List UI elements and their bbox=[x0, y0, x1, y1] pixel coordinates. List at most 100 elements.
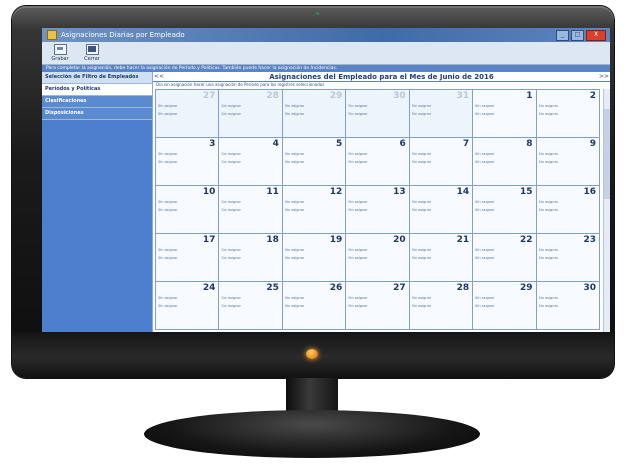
calendar-day-cell[interactable]: 13 Sin asignar Sin asignar bbox=[346, 186, 410, 234]
day-assignment-text: Sin asignar bbox=[284, 304, 305, 308]
calendar-day-cell[interactable]: 28 Sin asignar Sin asignar bbox=[409, 282, 474, 330]
day-number: 28 bbox=[456, 283, 470, 293]
sidebar-item-periods-policies[interactable]: Períodos y Políticas bbox=[42, 84, 152, 96]
day-number: 5 bbox=[336, 139, 343, 149]
calendar-day-cell[interactable]: 3 Sin asignar Sin asignar bbox=[156, 138, 220, 186]
calendar-day-cell[interactable]: 20 Sin asignar Sin asignar bbox=[346, 234, 410, 282]
scrollbar-thumb[interactable] bbox=[604, 109, 610, 199]
day-number: 26 bbox=[329, 283, 343, 293]
calendar-day-cell[interactable]: 14 Sin asignar Sin asignar bbox=[409, 186, 474, 234]
day-number: 25 bbox=[266, 283, 279, 293]
calendar-day-cell[interactable]: 21 Sin asignar Sin asignar bbox=[409, 234, 474, 282]
day-assignment-text: Sin asignar bbox=[538, 208, 559, 212]
day-assignment-text: Sin asignar bbox=[475, 200, 495, 204]
calendar-day-cell[interactable]: 18 Sin asignar Sin asignar bbox=[219, 234, 283, 282]
calendar-day-cell[interactable]: 25 Sin asignar Sin asignar bbox=[219, 282, 283, 330]
day-number: 21 bbox=[456, 235, 470, 245]
window-controls: _ □ X bbox=[556, 30, 606, 41]
calendar-day-cell[interactable]: 26 Sin asignar Sin asignar bbox=[282, 282, 347, 330]
calendar-day-cell[interactable]: 16 Sin asignar Sin asignar bbox=[536, 186, 600, 234]
calendar-grid: 27 Sin asignar Sin asignar 28 Sin asignar Sin… bbox=[155, 89, 600, 330]
day-assignment-text: Sin asignar bbox=[411, 296, 432, 300]
minimize-button[interactable]: _ bbox=[556, 30, 569, 41]
calendar-day-cell[interactable]: 31 Sin asignar Sin asignar bbox=[409, 90, 474, 138]
calendar-header: << Asignaciones del Empleado para el Mes… bbox=[153, 72, 610, 82]
calendar-day-cell[interactable]: 27 Sin asignar Sin asignar bbox=[156, 90, 220, 138]
day-assignment-text: Sin asignar bbox=[221, 104, 241, 108]
calendar-day-cell[interactable]: 17 Sin asignar Sin asignar bbox=[156, 234, 220, 282]
day-assignment-text: Sin asignar bbox=[284, 104, 305, 108]
calendar-day-cell[interactable]: 9 Sin asignar Sin asignar bbox=[536, 138, 600, 186]
maximize-button[interactable]: □ bbox=[571, 30, 584, 41]
calendar-day-cell[interactable]: 23 Sin asignar Sin asignar bbox=[536, 234, 600, 282]
calendar-day-cell[interactable]: 4 Sin asignar Sin asignar bbox=[219, 138, 283, 186]
day-assignment-text: Sin asignar bbox=[221, 112, 241, 116]
calendar-day-cell[interactable]: 29 Sin asignar Sin asignar bbox=[282, 90, 347, 138]
calendar-day-cell[interactable]: 22 Sin asignar Sin asignar bbox=[473, 234, 537, 282]
day-assignment-text: Sin asignar bbox=[221, 296, 241, 300]
day-number: 16 bbox=[583, 187, 596, 197]
title-bar: Asignaciones Diarias por Empleado _ □ X bbox=[42, 28, 610, 42]
day-assignment-text: Sin asignar bbox=[158, 104, 178, 108]
day-assignment-text: Sin asignar bbox=[158, 248, 178, 252]
calendar-day-cell[interactable]: 2 Sin asignar Sin asignar bbox=[536, 90, 600, 138]
day-assignment-text: Sin asignar bbox=[475, 160, 495, 164]
sidebar-item-classifications[interactable]: Clasificaciones bbox=[42, 96, 152, 108]
close-window-button[interactable]: X bbox=[586, 30, 606, 41]
day-number: 19 bbox=[329, 235, 343, 245]
save-button[interactable]: Grabar bbox=[48, 44, 72, 64]
day-number: 6 bbox=[399, 139, 406, 149]
sidebar: Selección de Filtro de Empleados Período… bbox=[42, 72, 153, 346]
day-assignment-text: Sin asignar bbox=[348, 248, 368, 252]
calendar-day-cell[interactable]: 6 Sin asignar Sin asignar bbox=[346, 138, 410, 186]
application-window: Asignaciones Diarias por Empleado _ □ X … bbox=[42, 28, 610, 346]
day-number: 11 bbox=[266, 187, 279, 197]
calendar-day-cell[interactable]: 12 Sin asignar Sin asignar bbox=[282, 186, 347, 234]
calendar-day-cell[interactable]: 15 Sin asignar Sin asignar bbox=[473, 186, 537, 234]
day-assignment-text: Sin asignar bbox=[284, 248, 305, 252]
day-number: 14 bbox=[456, 187, 470, 197]
sidebar-item-dispositions[interactable]: Disposiciones bbox=[42, 108, 152, 120]
calendar-day-cell[interactable]: 19 Sin asignar Sin asignar bbox=[282, 234, 347, 282]
calendar-day-cell[interactable]: 5 Sin asignar Sin asignar bbox=[282, 138, 347, 186]
day-assignment-text: Sin asignar bbox=[411, 152, 432, 156]
day-number: 30 bbox=[393, 91, 406, 101]
prev-month-button[interactable]: << bbox=[153, 73, 165, 80]
day-number: 22 bbox=[520, 235, 533, 245]
calendar-day-cell[interactable]: 27 Sin asignar Sin asignar bbox=[346, 282, 410, 330]
window-title: Asignaciones Diarias por Empleado bbox=[61, 31, 185, 39]
power-button[interactable] bbox=[306, 349, 318, 359]
calendar-day-cell[interactable]: 11 Sin asignar Sin asignar bbox=[219, 186, 283, 234]
calendar-day-cell[interactable]: 28 Sin asignar Sin asignar bbox=[219, 90, 283, 138]
calendar-day-cell[interactable]: 29 Sin asignar Sin asignar bbox=[473, 282, 537, 330]
calendar-note: Día sin asignación hacer una asignación … bbox=[156, 82, 325, 87]
day-number: 20 bbox=[393, 235, 406, 245]
day-number: 3 bbox=[209, 139, 216, 149]
day-assignment-text: Sin asignar bbox=[475, 304, 495, 308]
calendar-day-cell[interactable]: 30 Sin asignar Sin asignar bbox=[346, 90, 410, 138]
sidebar-fill bbox=[42, 120, 152, 340]
bezel-gloss bbox=[12, 6, 614, 30]
close-label: Cerrar bbox=[84, 56, 100, 62]
calendar-day-cell[interactable]: 10 Sin asignar Sin asignar bbox=[156, 186, 220, 234]
day-assignment-text: Sin asignar bbox=[538, 304, 559, 308]
day-assignment-text: Sin asignar bbox=[221, 256, 241, 260]
next-month-button[interactable]: >> bbox=[598, 73, 610, 80]
calendar-day-cell[interactable]: 1 Sin asignar Sin asignar bbox=[473, 90, 537, 138]
calendar-day-cell[interactable]: 8 Sin asignar Sin asignar bbox=[473, 138, 537, 186]
monitor-bezel: Asignaciones Diarias por Empleado _ □ X … bbox=[12, 6, 614, 378]
monitor-chin bbox=[12, 332, 614, 378]
day-assignment-text: Sin asignar bbox=[411, 112, 432, 116]
close-button[interactable]: Cerrar bbox=[80, 44, 104, 64]
calendar-day-cell[interactable]: 30 Sin asignar Sin asignar bbox=[536, 282, 600, 330]
day-number: 4 bbox=[272, 139, 279, 149]
calendar-day-cell[interactable]: 24 Sin asignar Sin asignar bbox=[156, 282, 220, 330]
day-assignment-text: Sin asignar bbox=[538, 248, 559, 252]
vertical-scrollbar[interactable] bbox=[603, 89, 610, 337]
day-assignment-text: Sin asignar bbox=[158, 200, 178, 204]
day-assignment-text: Sin asignar bbox=[411, 104, 432, 108]
day-number: 29 bbox=[520, 283, 533, 293]
sidebar-item-employee-filter[interactable]: Selección de Filtro de Empleados bbox=[42, 72, 152, 84]
calendar-day-cell[interactable]: 7 Sin asignar Sin asignar bbox=[409, 138, 474, 186]
day-assignment-text: Sin asignar bbox=[221, 248, 241, 252]
